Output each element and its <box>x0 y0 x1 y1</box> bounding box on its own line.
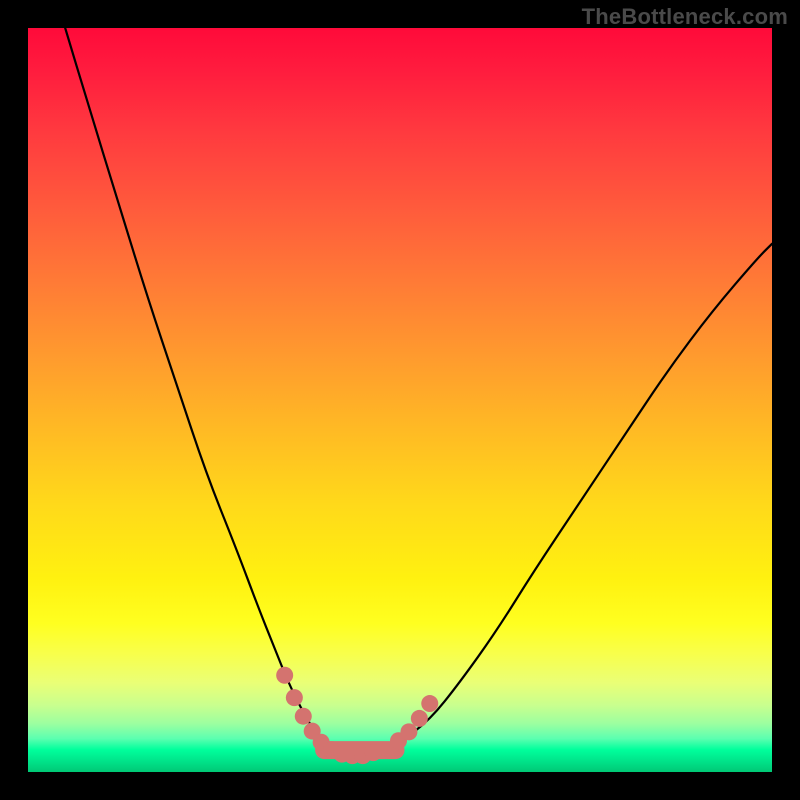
plot-area <box>28 28 772 772</box>
chart-frame: TheBottleneck.com <box>0 0 800 800</box>
marker-point <box>295 708 312 725</box>
marker-group <box>276 667 438 764</box>
watermark-text: TheBottleneck.com <box>582 4 788 30</box>
marker-point <box>421 695 438 712</box>
marker-point <box>276 667 293 684</box>
bottleneck-curve <box>65 28 772 757</box>
marker-point <box>365 744 382 761</box>
marker-point <box>411 710 428 727</box>
curve-svg <box>28 28 772 772</box>
marker-point <box>400 723 417 740</box>
marker-point <box>286 689 303 706</box>
